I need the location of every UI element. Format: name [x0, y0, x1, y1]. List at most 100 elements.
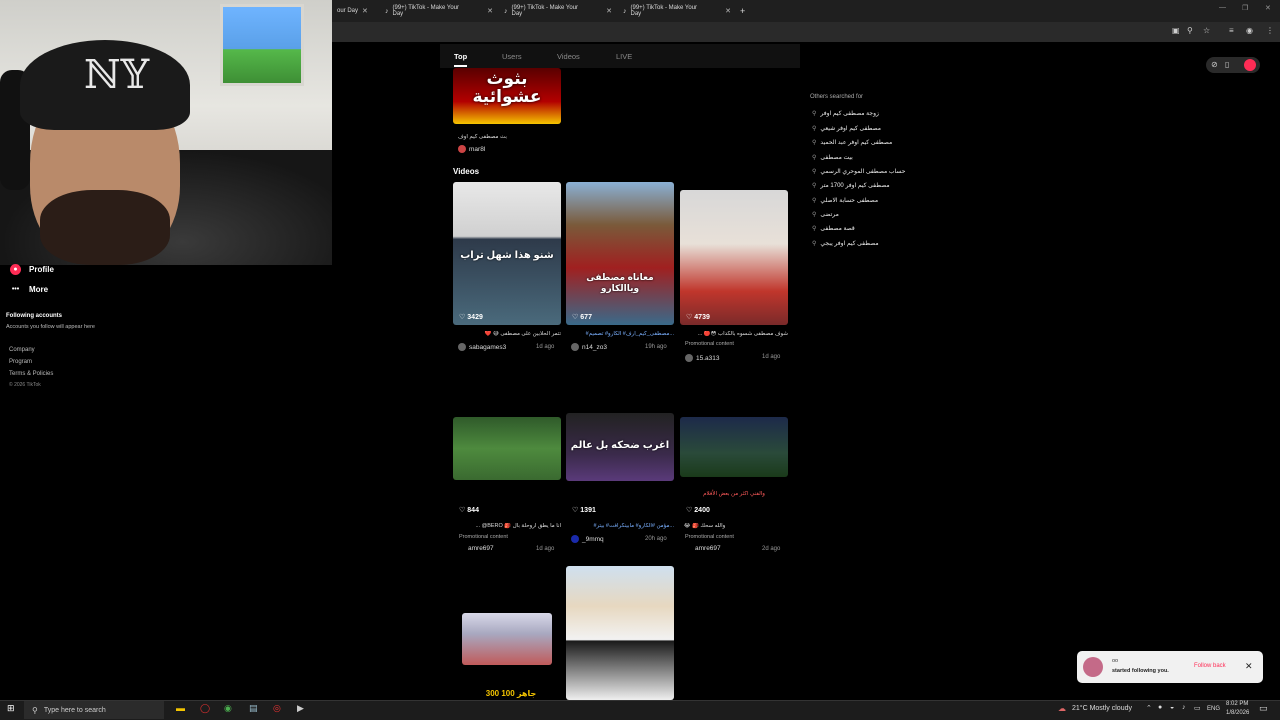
close-icon[interactable]: ✕	[606, 7, 612, 15]
avatar[interactable]	[1244, 59, 1256, 71]
help-icon[interactable]: ⊘	[1211, 60, 1218, 69]
related-search[interactable]: ⚲ مصطفى كيم اوفر 1700 متر	[812, 182, 890, 189]
tab-users[interactable]: Users	[502, 52, 522, 61]
top-result-author[interactable]: mar8l	[458, 145, 485, 153]
video-card[interactable]: ♡ 4739	[680, 182, 788, 325]
videos-heading: Videos	[453, 167, 480, 176]
browser-tab[interactable]: our Day ✕	[332, 3, 382, 19]
thumbnail-text: معاناه مصطفى وياالكارو	[586, 272, 654, 293]
promotional-label: Promotional content	[459, 534, 508, 540]
footer-link-company[interactable]: Company	[9, 347, 35, 353]
browser-tab[interactable]: ♪ (99+) TikTok - Make Your Day ✕	[499, 3, 617, 19]
video-thumbnail	[566, 566, 674, 700]
weather-text[interactable]: 21°C Mostly cloudy	[1072, 705, 1132, 712]
chrome-icon[interactable]: ◉	[224, 703, 232, 714]
related-search[interactable]: ⚲ بيت مصطفى	[812, 154, 853, 161]
device-icon[interactable]: ▯	[1225, 60, 1229, 69]
windows-start-icon[interactable]: ⊞	[7, 703, 15, 714]
notifications-icon[interactable]: ▭	[1259, 703, 1268, 714]
video-caption: #مصطفى_كيم_ارف# الكارو# تصميم...	[585, 331, 674, 337]
follow-notification-toast[interactable]: oo started following you. Follow back ✕	[1077, 651, 1263, 683]
related-search[interactable]: ⚲ مصطفى كيم اوفر عبد الحميد	[812, 139, 892, 146]
taskbar-search[interactable]: ⚲ Type here to search	[24, 701, 164, 719]
follow-back-button[interactable]: Follow back	[1194, 663, 1226, 669]
related-search[interactable]: ⚲ حساب مصطفى الموحري الرسمي	[812, 168, 905, 175]
browser-tab[interactable]: ♪ (99+) TikTok - Make Your Day ✕	[380, 3, 498, 19]
tiktok-icon: ♪	[385, 7, 389, 15]
new-tab-button[interactable]: +	[735, 3, 750, 19]
browser-tab[interactable]: ♪ (99+) TikTok - Make Your Day ✕	[618, 3, 736, 19]
video-card[interactable]: ♡ 844	[453, 413, 561, 516]
top-result-banner[interactable]: بثوث عشوائية	[453, 68, 561, 124]
extensions-icon[interactable]: ≡	[1229, 26, 1234, 35]
cast-icon[interactable]: ▣	[1172, 26, 1180, 35]
video-card[interactable]	[566, 566, 674, 700]
copyright: © 2026 TikTok	[9, 382, 41, 388]
related-search[interactable]: ⚲ مصطفى حسابة الاصلي	[812, 197, 878, 204]
file-explorer-icon[interactable]: ▬	[176, 703, 185, 713]
video-card[interactable]: معاناه مصطفى وياالكارو ♡ 677	[566, 182, 674, 325]
related-search[interactable]: ⚲ قصة مصطفى	[812, 225, 855, 232]
search-icon: ⚲	[812, 140, 817, 146]
volume-icon[interactable]: ♪	[1182, 704, 1186, 711]
profile-icon[interactable]: ◉	[1246, 26, 1253, 35]
media-icon[interactable]: ▶	[297, 703, 304, 714]
menu-icon[interactable]: ⋮	[1266, 26, 1274, 35]
battery-icon[interactable]: ▭	[1194, 704, 1201, 712]
video-caption: ❤️ 😅 تتمر الحلابين على مصطفى	[484, 331, 561, 337]
video-author[interactable]: _9mmq	[571, 535, 604, 543]
close-icon[interactable]: ✕	[362, 7, 368, 15]
video-caption: 😂 🎒 والله سحك	[684, 523, 726, 529]
clock-time[interactable]: 8:02 PM	[1226, 701, 1248, 707]
bookmark-star-icon[interactable]: ☆	[1203, 26, 1210, 35]
video-thumbnail	[462, 613, 552, 665]
minimize-icon[interactable]: —	[1219, 4, 1226, 11]
search-icon: ⚲	[812, 155, 817, 161]
related-search[interactable]: ⚲ مصطفى كيم اوفر شيعي	[812, 125, 881, 132]
tab-title: (99+) TikTok - Make Your Day	[392, 5, 460, 17]
avatar	[1083, 657, 1103, 677]
video-author[interactable]: n14_zo3	[571, 343, 607, 351]
zoom-icon[interactable]: ⚲	[1187, 26, 1193, 35]
clock-date[interactable]: 1/8/2026	[1226, 710, 1249, 716]
nav-item-more[interactable]: ••• More	[10, 284, 48, 295]
language-indicator[interactable]: ENG	[1207, 706, 1220, 712]
maximize-icon[interactable]: ❐	[1242, 4, 1248, 12]
thumbnail-text: والفني اكثر من بعض الأفلام	[703, 491, 765, 497]
close-icon[interactable]: ✕	[487, 7, 493, 15]
video-card[interactable]: اغرب ضحكه بل عالم ♡ 1391	[566, 413, 674, 516]
video-author[interactable]: amre697	[468, 545, 494, 552]
likes-count: ♡ 1391	[572, 506, 596, 515]
video-author[interactable]: sabagames3	[458, 343, 506, 351]
tab-live[interactable]: LIVE	[616, 52, 632, 61]
app-icon[interactable]: ▤	[249, 703, 258, 714]
video-author[interactable]: amre697	[695, 545, 721, 552]
video-card[interactable]: شنو هذا شهل تراب ♡ 3429	[453, 182, 561, 325]
tab-top[interactable]: Top	[454, 52, 468, 67]
close-icon[interactable]: ✕	[725, 7, 731, 15]
search-icon: ⚲	[812, 198, 817, 204]
mic-icon[interactable]: ●	[1158, 704, 1162, 711]
footer-link-program[interactable]: Program	[9, 359, 32, 365]
opera-icon[interactable]: ◯	[200, 703, 210, 714]
search-icon: ⚲	[812, 169, 817, 175]
video-card[interactable]: والفني اكثر من بعض الأفلام ♡ 2400	[680, 413, 788, 516]
footer-link-terms[interactable]: Terms & Policies	[9, 371, 53, 377]
avatar	[458, 343, 466, 351]
close-window-icon[interactable]: ✕	[1265, 4, 1271, 12]
related-search[interactable]: ⚲ مرتضى	[812, 211, 839, 218]
following-title: Following accounts	[6, 313, 63, 319]
recorder-icon[interactable]: ◎	[273, 703, 281, 714]
tab-videos[interactable]: Videos	[557, 52, 580, 61]
video-card[interactable]: جاهز 100 300	[453, 566, 561, 700]
tray-chevron-icon[interactable]: ⌃	[1146, 704, 1152, 712]
thumbnail-text: اغرب ضحكه بل عالم	[570, 440, 670, 451]
nav-item-profile[interactable]: ● Profile	[10, 264, 54, 275]
video-ago: 1d ago	[536, 344, 555, 350]
related-search[interactable]: ⚲ زوجة مصطفى كيم اوفر	[812, 110, 879, 117]
related-search[interactable]: ⚲ مصطفى كيم اوفر يبجي	[812, 240, 879, 247]
network-icon[interactable]: ◒	[1170, 704, 1174, 711]
heart-icon: ♡	[572, 314, 579, 321]
video-author[interactable]: 15.a313	[685, 354, 720, 362]
close-icon[interactable]: ✕	[1245, 661, 1253, 672]
